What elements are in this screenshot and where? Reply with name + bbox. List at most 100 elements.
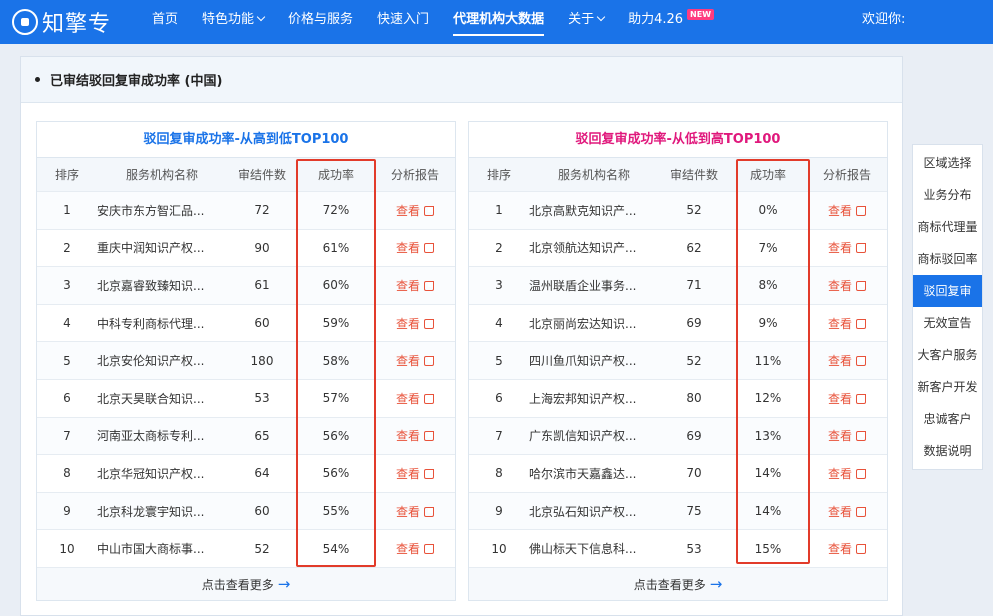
nav-item-label: 助力4.26 bbox=[628, 12, 684, 27]
nav-item[interactable]: 首页 bbox=[140, 0, 190, 44]
success-rate-cell: 56% bbox=[322, 466, 350, 481]
column-header-count: 审结件数 bbox=[237, 168, 286, 182]
view-link-label: 查看 bbox=[395, 429, 420, 444]
view-report-link[interactable]: 查看 bbox=[396, 241, 434, 255]
rank-cell: 2 bbox=[495, 240, 503, 255]
table-row: 1 安庆市东方智汇品... 72 72% 查看 bbox=[37, 192, 455, 230]
success-rate-cell: 12% bbox=[754, 391, 782, 406]
nav-item[interactable]: 助力4.26 NEW bbox=[616, 0, 726, 44]
agency-name-cell: 上海宏邦知识产权... bbox=[529, 391, 637, 406]
nav-item[interactable]: 代理机构大数据 bbox=[441, 0, 556, 44]
view-report-link[interactable]: 查看 bbox=[828, 279, 866, 293]
chevron-down-icon bbox=[596, 12, 606, 22]
nav-item-label: 快速入门 bbox=[377, 12, 430, 27]
nav-item[interactable]: 特色功能 bbox=[190, 0, 276, 44]
report-cell: 查看 bbox=[807, 202, 887, 219]
success-rate-cell: 14% bbox=[754, 466, 782, 481]
view-report-link[interactable]: 查看 bbox=[828, 392, 866, 406]
table-row: 2 北京领航达知识产... 62 7% 查看 bbox=[469, 230, 887, 268]
view-report-link[interactable]: 查看 bbox=[396, 354, 434, 368]
table-header-row: 排序 服务机构名称 审结件数 成功率 分析报告 bbox=[37, 158, 455, 192]
side-menu-item[interactable]: 忠诚客户 bbox=[913, 403, 982, 435]
view-report-link[interactable]: 查看 bbox=[828, 241, 866, 255]
success-rate-cell: 61% bbox=[322, 240, 350, 255]
view-more-button[interactable]: 点击查看更多 → bbox=[37, 567, 455, 600]
view-report-link[interactable]: 查看 bbox=[828, 204, 866, 218]
column-header-report: 分析报告 bbox=[390, 168, 439, 182]
view-report-link[interactable]: 查看 bbox=[396, 279, 434, 293]
new-badge: NEW bbox=[687, 9, 715, 20]
view-report-link[interactable]: 查看 bbox=[828, 317, 866, 331]
view-report-link[interactable]: 查看 bbox=[828, 467, 866, 481]
report-cell: 查看 bbox=[807, 503, 887, 520]
nav-item[interactable]: 价格与服务 bbox=[276, 0, 365, 44]
side-menu-item[interactable]: 无效宣告 bbox=[913, 307, 982, 339]
side-menu-item[interactable]: 大客户服务 bbox=[913, 339, 982, 371]
success-rate-cell: 15% bbox=[754, 541, 782, 556]
arrow-right-icon: → bbox=[277, 574, 291, 593]
success-rate-cell: 72% bbox=[322, 203, 350, 218]
external-link-icon bbox=[856, 393, 866, 404]
view-link-label: 查看 bbox=[395, 278, 420, 293]
view-report-link[interactable]: 查看 bbox=[396, 505, 434, 519]
external-link-icon bbox=[856, 431, 866, 442]
report-cell: 查看 bbox=[807, 390, 887, 407]
side-menu-item[interactable]: 新客户开发 bbox=[913, 371, 982, 403]
table-row: 6 北京天昊联合知识... 53 57% 查看 bbox=[37, 380, 455, 418]
success-rate-cell: 54% bbox=[322, 541, 350, 556]
side-menu-item[interactable]: 数据说明 bbox=[913, 435, 982, 467]
side-menu-item[interactable]: 业务分布 bbox=[913, 179, 982, 211]
report-cell: 查看 bbox=[375, 540, 455, 557]
column-header-rank: 排序 bbox=[486, 168, 511, 182]
agency-name-cell: 中山市国大商标事... bbox=[97, 542, 205, 557]
view-report-link[interactable]: 查看 bbox=[396, 317, 434, 331]
view-report-link[interactable]: 查看 bbox=[396, 204, 434, 218]
view-report-link[interactable]: 查看 bbox=[396, 392, 434, 406]
report-cell: 查看 bbox=[807, 465, 887, 482]
view-report-link[interactable]: 查看 bbox=[828, 542, 866, 556]
side-menu-item[interactable]: 驳回复审 bbox=[913, 275, 982, 307]
view-more-button[interactable]: 点击查看更多 → bbox=[469, 567, 887, 600]
report-cell: 查看 bbox=[375, 352, 455, 369]
view-report-link[interactable]: 查看 bbox=[828, 429, 866, 443]
column-header-rank: 排序 bbox=[54, 168, 79, 182]
table-row: 3 北京嘉睿致臻知识... 61 60% 查看 bbox=[37, 267, 455, 305]
success-rate-cell: 55% bbox=[322, 504, 350, 519]
view-report-link[interactable]: 查看 bbox=[828, 505, 866, 519]
agency-name-cell: 北京弘石知识产权... bbox=[529, 504, 637, 519]
external-link-icon bbox=[856, 280, 866, 291]
rank-cell: 1 bbox=[63, 203, 71, 218]
agency-name-cell: 广东凯信知识产权... bbox=[529, 429, 637, 444]
logo-icon bbox=[12, 9, 38, 35]
table-row: 6 上海宏邦知识产权... 80 12% 查看 bbox=[469, 380, 887, 418]
rank-cell: 3 bbox=[63, 278, 71, 293]
case-count-cell: 69 bbox=[686, 428, 702, 443]
side-menu-item[interactable]: 区域选择 bbox=[913, 147, 982, 179]
view-report-link[interactable]: 查看 bbox=[396, 467, 434, 481]
external-link-icon bbox=[856, 318, 866, 329]
view-report-link[interactable]: 查看 bbox=[828, 354, 866, 368]
external-link-icon bbox=[856, 506, 866, 517]
agency-name-cell: 北京高默克知识产... bbox=[529, 203, 637, 218]
rank-cell: 7 bbox=[495, 428, 503, 443]
panel-header: 已审结驳回复审成功率 (中国) bbox=[21, 57, 902, 103]
site-logo[interactable]: 知擎专 bbox=[12, 8, 112, 37]
logo-text: 知擎专 bbox=[42, 12, 112, 37]
nav-item[interactable]: 快速入门 bbox=[365, 0, 441, 44]
view-report-link[interactable]: 查看 bbox=[396, 429, 434, 443]
table-row: 2 重庆中润知识产权... 90 61% 查看 bbox=[37, 230, 455, 268]
nav-item[interactable]: 关于 bbox=[556, 0, 616, 44]
table-high-to-low: 驳回复审成功率-从高到低TOP100 排序 服务机构名称 审结件数 成功率 分析报告 1 安… bbox=[36, 121, 456, 601]
side-menu-item[interactable]: 商标驳回率 bbox=[913, 243, 982, 275]
external-link-icon bbox=[856, 468, 866, 479]
success-rate-cell: 13% bbox=[754, 428, 782, 443]
view-link-label: 查看 bbox=[395, 354, 420, 369]
success-rate-cell: 11% bbox=[754, 353, 782, 368]
case-count-cell: 61 bbox=[254, 278, 270, 293]
success-rate-cell: 14% bbox=[754, 504, 782, 519]
side-menu-item[interactable]: 商标代理量 bbox=[913, 211, 982, 243]
view-link-label: 查看 bbox=[395, 466, 420, 481]
view-report-link[interactable]: 查看 bbox=[396, 542, 434, 556]
view-more-label: 点击查看更多 bbox=[201, 577, 274, 592]
agency-name-cell: 中科专利商标代理... bbox=[97, 316, 205, 331]
